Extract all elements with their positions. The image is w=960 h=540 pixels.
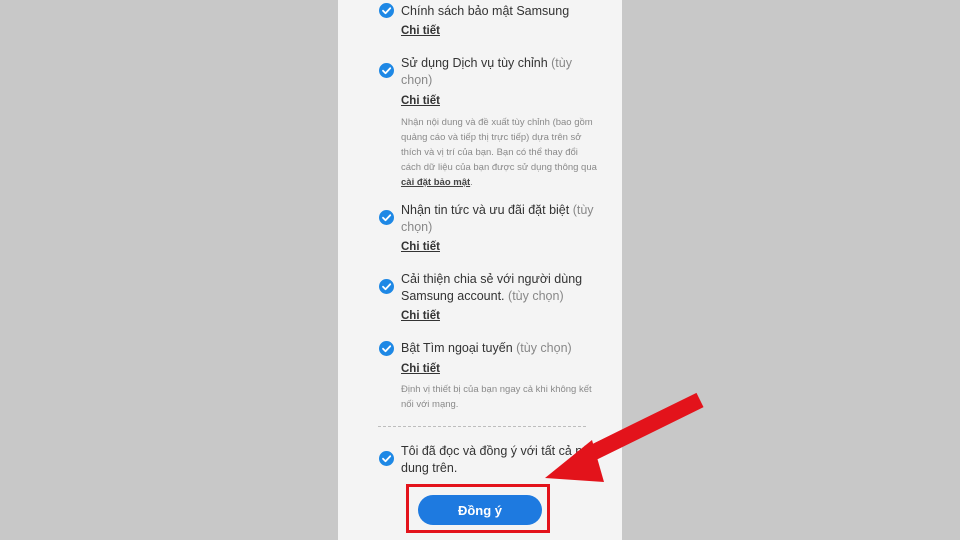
custom-service-checkbox[interactable] (379, 63, 394, 78)
consent-title-text: Sử dụng Dịch vụ tùy chỉnh (401, 56, 548, 70)
checkmark-icon (382, 345, 392, 353)
checkmark-icon (382, 214, 392, 222)
custom-service-title: Sử dụng Dịch vụ tùy chỉnh (tùy chọn) (401, 55, 601, 88)
privacy-policy-title: Chính sách bảo mật Samsung (401, 3, 601, 20)
offline-find-detail-link[interactable]: Chi tiết (401, 363, 440, 375)
custom-service-description: Nhận nội dung và đề xuất tùy chỉnh (bao … (401, 115, 599, 190)
section-divider (378, 426, 586, 427)
description-end: . (470, 177, 473, 188)
improve-sharing-checkbox[interactable] (379, 279, 394, 294)
optional-label: (tùy chọn) (508, 288, 564, 303)
checkmark-icon (382, 7, 392, 15)
consent-title-text: Chính sách bảo mật Samsung (401, 4, 570, 18)
news-offers-checkbox[interactable] (379, 210, 394, 225)
agree-button[interactable]: Đồng ý (418, 495, 542, 525)
agree-all-text: Tôi đã đọc và đồng ý với tất cả nội dung… (401, 444, 592, 475)
agree-all-checkbox[interactable] (379, 451, 394, 466)
custom-service-detail-link[interactable]: Chi tiết (401, 95, 440, 107)
news-offers-title: Nhận tin tức và ưu đãi đặt biệt (tùy chọ… (401, 202, 601, 235)
agree-button-container: Đồng ý (408, 487, 552, 533)
checkmark-icon (382, 67, 392, 75)
checkmark-icon (382, 283, 392, 291)
privacy-policy-checkbox[interactable] (379, 3, 394, 18)
description-text: Nhận nội dung và đề xuất tùy chỉnh (bao … (401, 117, 597, 173)
improve-sharing-detail-link[interactable]: Chi tiết (401, 310, 440, 322)
optional-label: (tùy chọn) (516, 341, 572, 355)
consent-title-text: Bật Tìm ngoại tuyến (401, 341, 513, 355)
consent-title-text: Nhận tin tức và ưu đãi đặt biệt (401, 203, 570, 217)
privacy-settings-link[interactable]: cài đặt bảo mật (401, 177, 470, 188)
consent-screen: Chính sách bảo mật Samsung Chi tiết Sử d… (338, 0, 622, 540)
privacy-policy-detail-link[interactable]: Chi tiết (401, 25, 440, 37)
offline-find-description: Định vị thiết bị của bạn ngay cả khi khô… (401, 384, 592, 410)
news-offers-detail-link[interactable]: Chi tiết (401, 241, 440, 253)
offline-find-checkbox[interactable] (379, 341, 394, 356)
improve-sharing-title: Cải thiện chia sẻ với người dùng Samsung… (401, 271, 601, 304)
checkmark-icon (382, 455, 392, 463)
offline-find-title: Bật Tìm ngoại tuyến (tùy chọn) (401, 340, 601, 357)
